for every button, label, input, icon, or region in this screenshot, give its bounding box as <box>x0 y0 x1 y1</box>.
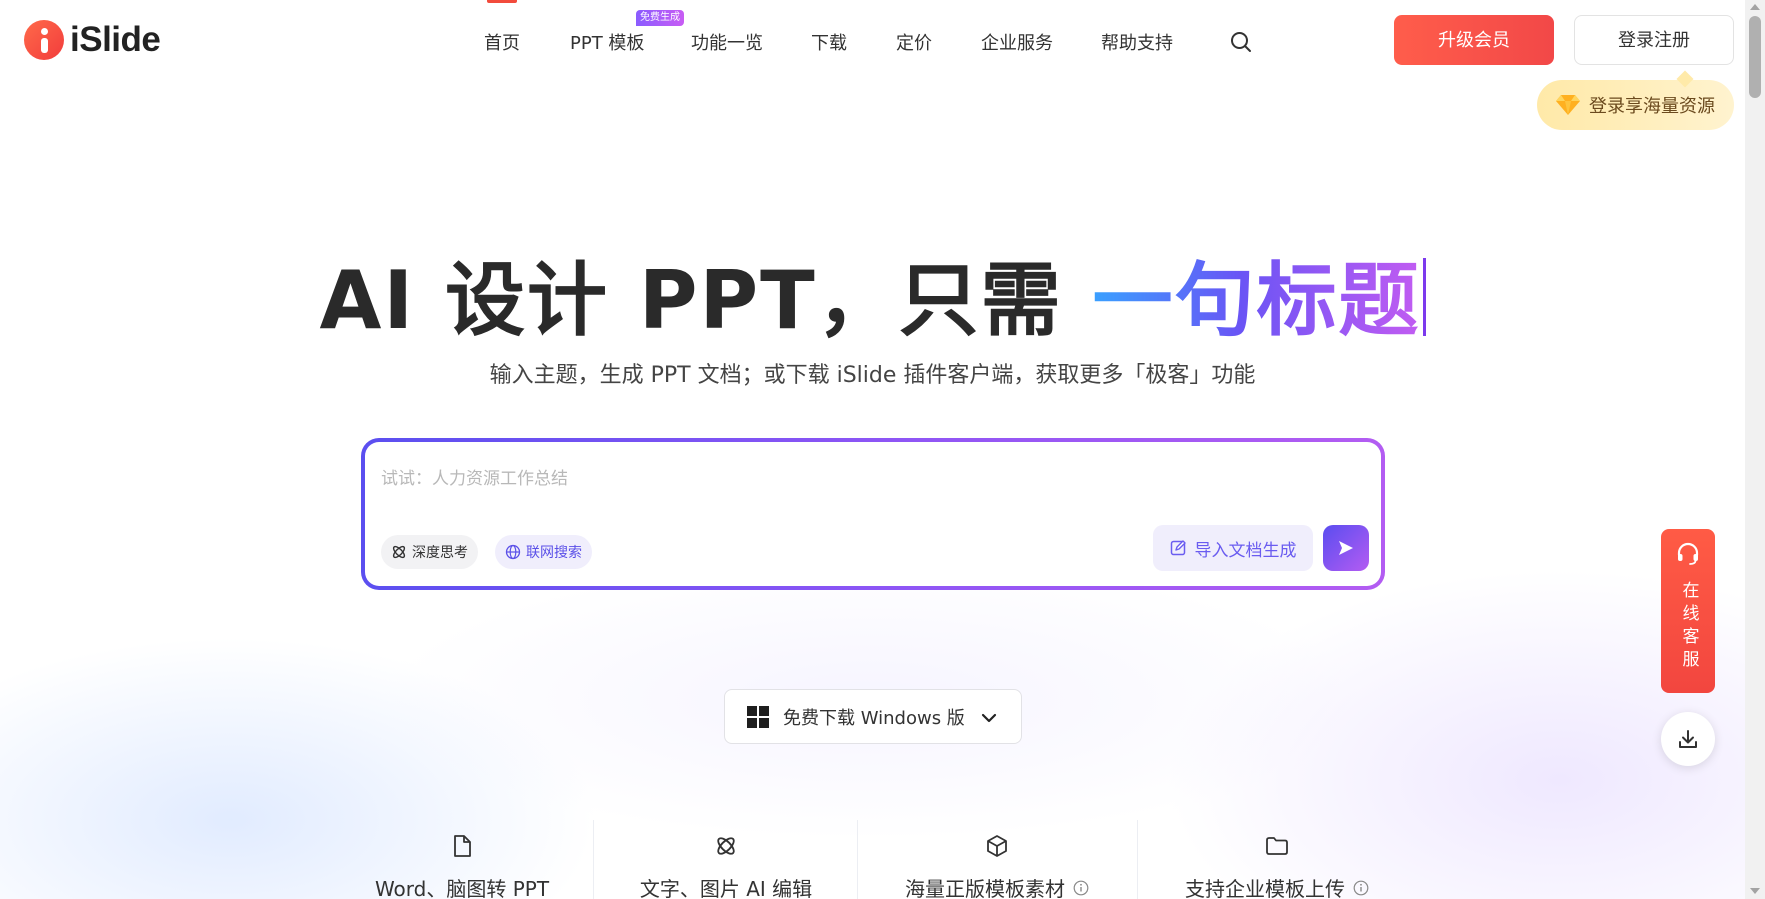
scrollbar-thumb[interactable] <box>1749 16 1761 98</box>
feature-enterprise-upload: 支持企业模板上传 <box>1150 820 1404 899</box>
windows-icon <box>747 705 769 728</box>
prompt-box: 深度思考 联网搜索 导入文档生成 <box>361 438 1385 590</box>
hero-title-plain: AI 设计 PPT，只需 <box>319 254 1093 347</box>
login-tip-bubble[interactable]: 登录享海量资源 <box>1537 80 1734 130</box>
online-service-button[interactable]: 在线客服 <box>1661 529 1715 693</box>
hero-subtitle: 输入主题，生成 PPT 文档；或下载 iSlide 插件客户端，获取更多「极客」… <box>489 363 1256 388</box>
logo-text: iSlide <box>70 20 161 59</box>
import-document-label: 导入文档生成 <box>1194 540 1297 561</box>
feature-templates: 海量正版模板素材 <box>870 820 1124 899</box>
send-icon <box>1339 541 1353 555</box>
globe-icon <box>505 544 521 560</box>
topic-input[interactable] <box>381 464 1341 494</box>
login-register-button[interactable]: 登录注册 <box>1574 15 1734 65</box>
nav-item-help[interactable]: 帮助支持 <box>1101 29 1173 55</box>
online-service-label: 在线客服 <box>1678 581 1699 673</box>
send-button[interactable] <box>1323 525 1369 571</box>
hero-title: AI 设计 PPT，只需 一句标题 <box>0 236 1745 352</box>
download-windows-button[interactable]: 免费下载 Windows 版 <box>724 689 1022 744</box>
feature-divider <box>593 820 594 899</box>
logo[interactable]: iSlide <box>24 20 161 60</box>
feature-label: 支持企业模板上传 <box>1185 877 1345 899</box>
prompt-box-inner: 深度思考 联网搜索 导入文档生成 <box>365 442 1381 586</box>
nav-item-home[interactable]: 首页 <box>484 29 520 55</box>
feature-label: Word、脑图转 PPT <box>374 877 550 899</box>
edit-document-icon <box>1170 540 1186 556</box>
nav-active-indicator <box>487 0 517 3</box>
scroll-down-arrow-icon[interactable] <box>1750 888 1760 894</box>
text-cursor <box>1422 258 1426 336</box>
download-windows-label: 免费下载 Windows 版 <box>783 707 965 729</box>
headset-icon <box>1677 542 1699 565</box>
nav-badge-free: 免费生成 <box>636 10 684 26</box>
atom-icon <box>392 545 406 559</box>
chevron-down-icon[interactable] <box>979 708 999 728</box>
logo-mark-icon <box>24 20 64 60</box>
feature-ai-edit: 文字、图片 AI 编辑 <box>606 820 846 899</box>
feature-label: 海量正版模板素材 <box>905 877 1065 899</box>
nav-item-download[interactable]: 下载 <box>811 29 847 55</box>
floating-download-button[interactable] <box>1661 712 1715 766</box>
folder-icon <box>1266 837 1288 855</box>
web-search-label: 联网搜索 <box>526 545 582 561</box>
upgrade-member-button[interactable]: 升级会员 <box>1394 15 1554 65</box>
feature-word-to-ppt: Word、脑图转 PPT <box>342 820 582 899</box>
deep-think-label: 深度思考 <box>412 545 468 561</box>
import-document-button[interactable]: 导入文档生成 <box>1153 525 1313 571</box>
atom-icon <box>717 837 735 855</box>
scroll-up-arrow-icon[interactable] <box>1750 4 1760 10</box>
info-icon[interactable] <box>1353 880 1369 896</box>
file-icon <box>454 835 471 857</box>
nav-item-pricing[interactable]: 定价 <box>896 29 932 55</box>
nav-item-ppt-templates[interactable]: PPT 模板 <box>570 29 644 55</box>
nav-item-enterprise[interactable]: 企业服务 <box>981 29 1053 55</box>
top-header: iSlide 首页 PPT 模板 免费生成 功能一览 下载 定价 企业服务 帮助… <box>0 0 1745 130</box>
hero-title-highlight: 一句标题 <box>1092 254 1421 347</box>
feature-divider <box>857 820 858 899</box>
login-tip-text: 登录享海量资源 <box>1589 96 1715 117</box>
feature-strip: Word、脑图转 PPT 文字、图片 AI 编辑 海量正版模板素材 支持企业模板… <box>0 820 1745 899</box>
info-icon[interactable] <box>1073 880 1089 896</box>
diamond-icon <box>1556 95 1580 115</box>
download-icon <box>1679 730 1697 748</box>
search-icon[interactable] <box>1230 31 1252 53</box>
cube-icon <box>987 835 1007 857</box>
feature-divider <box>1137 820 1138 899</box>
nav-item-features[interactable]: 功能一览 <box>691 29 763 55</box>
vertical-scrollbar[interactable] <box>1745 0 1765 899</box>
deep-think-toggle[interactable]: 深度思考 <box>381 535 478 569</box>
feature-label: 文字、图片 AI 编辑 <box>639 877 813 899</box>
page: iSlide 首页 PPT 模板 免费生成 功能一览 下载 定价 企业服务 帮助… <box>0 0 1745 899</box>
web-search-toggle[interactable]: 联网搜索 <box>495 535 592 569</box>
